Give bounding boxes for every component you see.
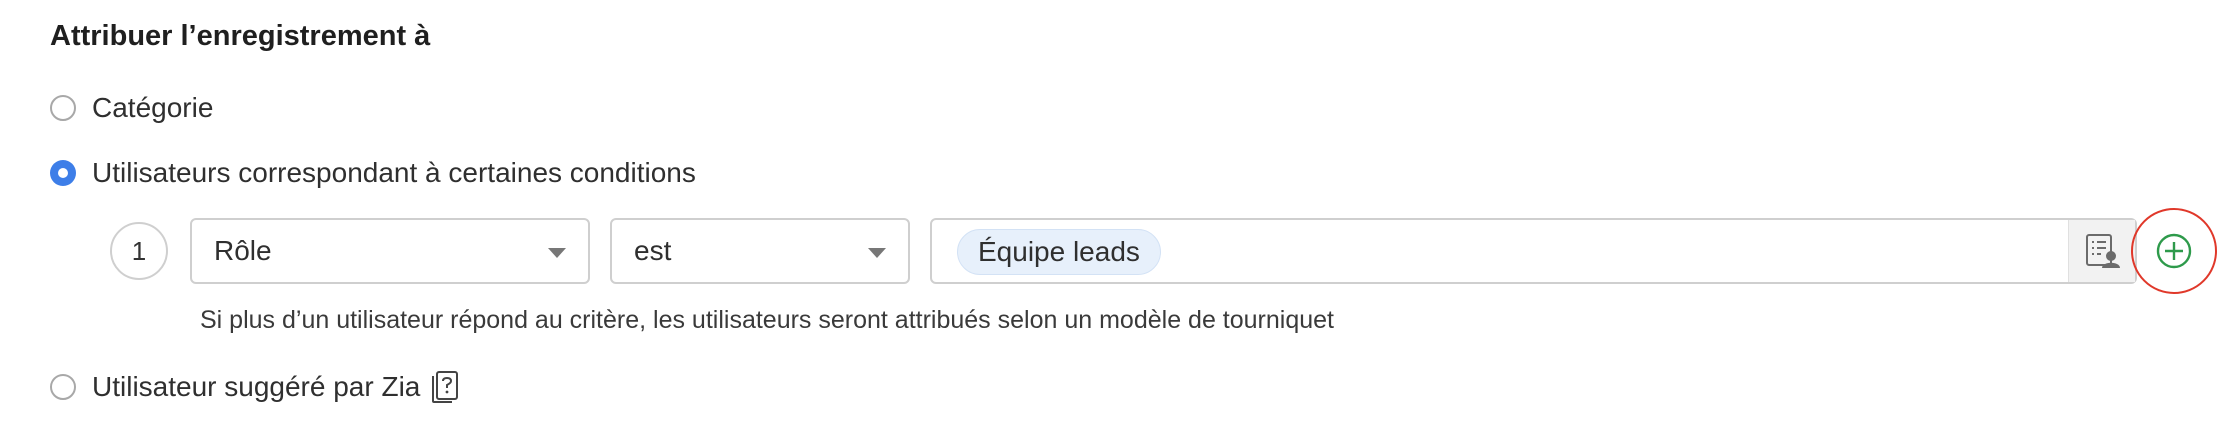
condition-number: 1 [110,222,168,280]
value-chip[interactable]: Équipe leads [957,229,1161,275]
value-field[interactable]: Équipe leads [930,218,2137,284]
user-list-icon [2086,234,2120,268]
option-zia[interactable]: Utilisateur suggéré par Zia [50,367,460,407]
lookup-button[interactable] [2068,220,2135,282]
radio-zia[interactable] [50,374,76,400]
radio-category[interactable] [50,95,76,121]
radio-conditions[interactable] [50,160,76,186]
plus-circle-icon [2156,233,2192,269]
operator-select-value: est [634,235,672,266]
option-zia-label: Utilisateur suggéré par Zia [92,371,421,402]
help-book-icon[interactable] [430,370,460,404]
option-category[interactable]: Catégorie [50,88,213,128]
value-chip-label: Équipe leads [978,236,1140,267]
caret-down-icon [548,248,566,258]
field-select-value: Rôle [214,235,272,266]
round-robin-hint: Si plus d’un utilisateur répond au critè… [200,306,1334,334]
option-category-label: Catégorie [92,92,214,123]
operator-select[interactable]: est [610,218,910,284]
section-title: Attribuer l’enregistrement à [50,20,431,52]
caret-down-icon [868,248,886,258]
option-conditions-label: Utilisateurs correspondant à certaines c… [92,157,696,188]
add-condition-button[interactable] [2131,208,2217,294]
field-select[interactable]: Rôle [190,218,590,284]
option-conditions[interactable]: Utilisateurs correspondant à certaines c… [50,153,696,193]
